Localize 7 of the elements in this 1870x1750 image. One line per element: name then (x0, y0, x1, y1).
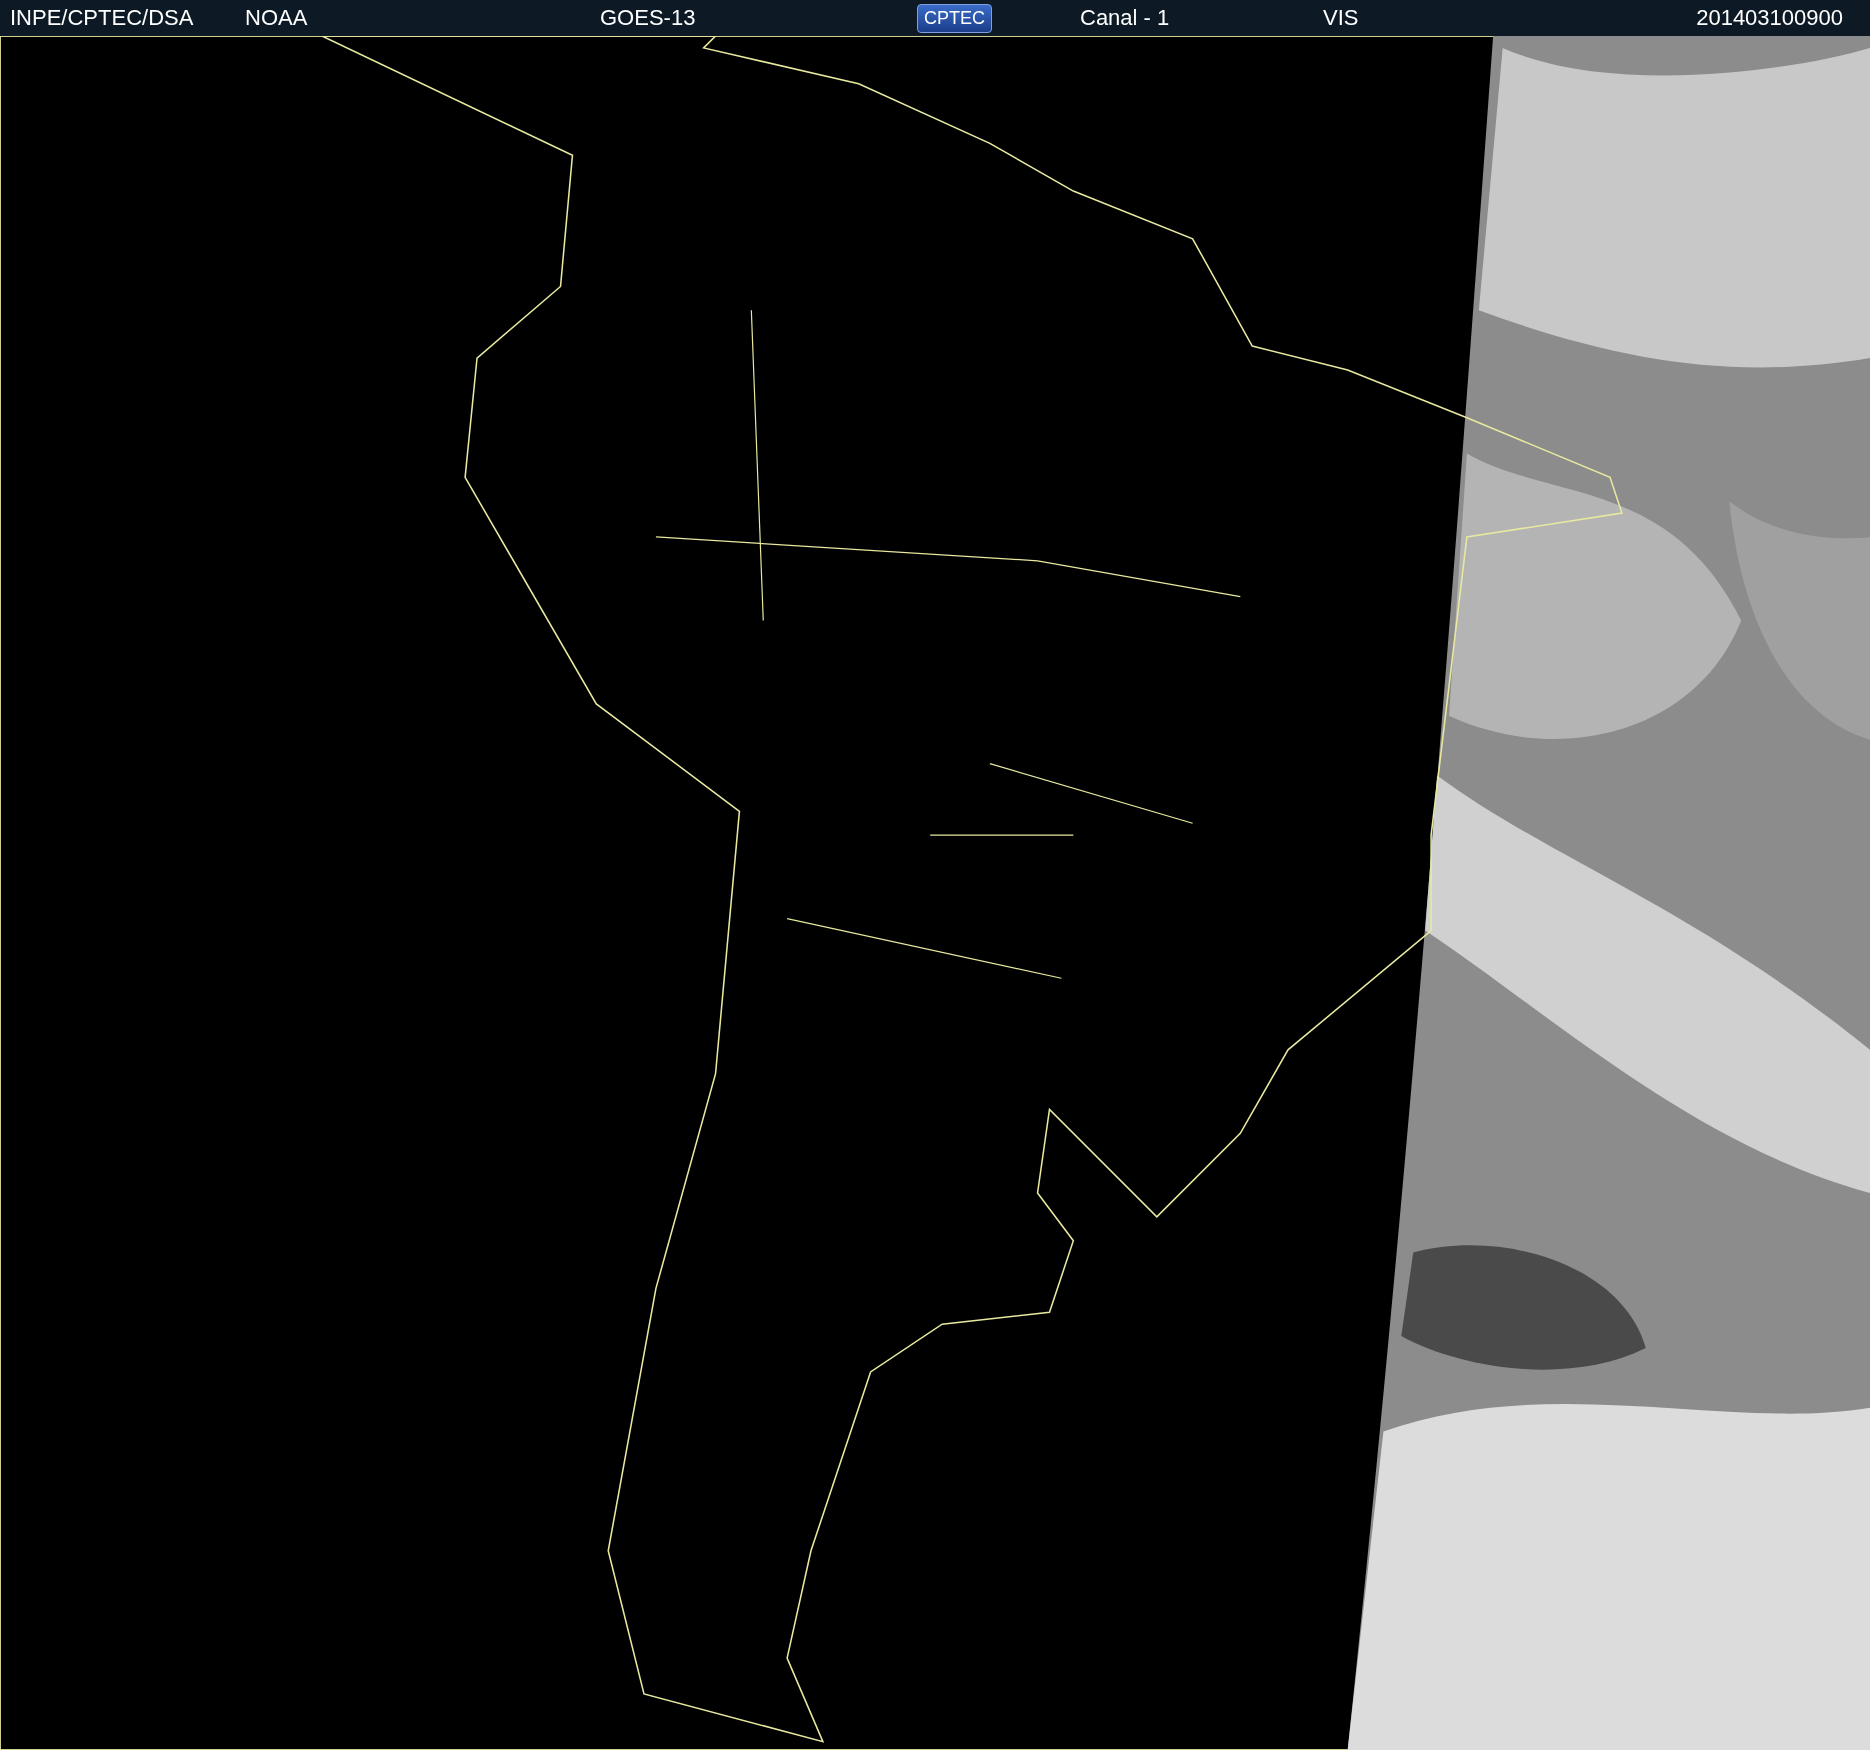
band-label: VIS (1323, 5, 1359, 31)
satellite-label: GOES-13 (600, 5, 696, 31)
channel-label: Canal - 1 (1080, 5, 1170, 31)
source-label: INPE/CPTEC/DSA (10, 5, 194, 31)
agency-label: NOAA (245, 5, 308, 31)
logo: CPTEC (917, 3, 992, 33)
timestamp-label: 201403100900 (1696, 5, 1843, 31)
